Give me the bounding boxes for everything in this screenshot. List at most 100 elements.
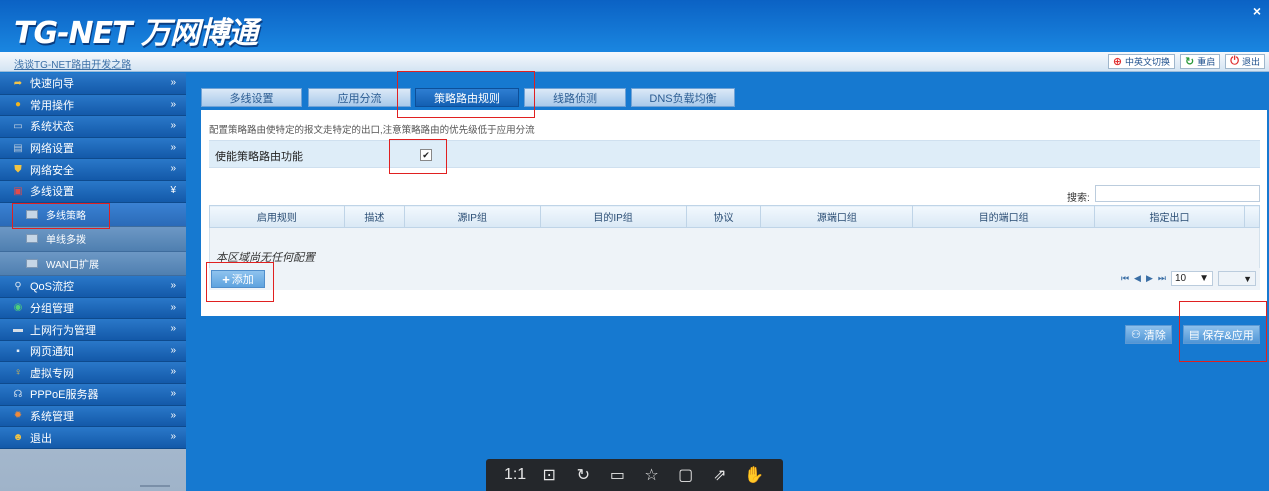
column-header[interactable]: 指定出口 (1094, 205, 1245, 228)
exit-button[interactable]: ⏻ 退出 (1225, 54, 1265, 69)
sidebar-item-label: 网络安全 (30, 164, 74, 177)
sidebar-item-label: 快速向导 (30, 78, 74, 91)
tab-bar: 多线设置 应用分流 策略路由规则 线路侦测 DNS负载均衡 (201, 83, 1267, 110)
tab-app-split[interactable]: 应用分流 (308, 88, 411, 107)
sidebar-subitem-single-multidial[interactable]: 单线多拨 (0, 227, 186, 252)
column-header[interactable]: 协议 (685, 205, 762, 228)
sidebar-item-common-ops[interactable]: ● 常用操作 » (0, 94, 186, 117)
expand-arrow-icon: » (170, 77, 176, 88)
next-page-icon[interactable]: ▶ (1146, 273, 1153, 284)
sidebar-item-notice[interactable]: ▪ 网页通知 » (0, 340, 186, 363)
column-header[interactable]: 目的IP组 (539, 205, 687, 228)
prev-page-icon[interactable]: ◀ (1134, 273, 1141, 284)
tab-policy-routing[interactable]: 策略路由规则 (415, 88, 519, 107)
sidebar-item-label: 退出 (30, 432, 52, 445)
expand-arrow-icon: » (170, 323, 176, 335)
like-icon[interactable]: ✋ (744, 465, 764, 485)
column-header[interactable]: 目的端口组 (912, 205, 1096, 228)
rotate-icon[interactable]: ↻ (573, 465, 593, 485)
folder-icon (26, 209, 38, 219)
page-size-value: 10 (1175, 273, 1187, 284)
main-panel: 多线设置 应用分流 策略路由规则 线路侦测 DNS负载均衡 配置策略路由使特定的… (201, 83, 1267, 316)
sidebar-resize-handle[interactable] (140, 485, 170, 487)
fit-screen-icon[interactable]: ⊡ (539, 465, 559, 485)
expand-arrow-icon: » (170, 344, 176, 356)
common-ops-icon: ● (14, 99, 22, 111)
sidebar-item-multiline[interactable]: ▣ 多线设置 ¥ (0, 180, 186, 203)
sidebar: ➦ 快速向导 » ● 常用操作 » ▭ 系统状态 » ▤ 网络设置 » ⛊ 网络… (0, 73, 186, 491)
close-icon[interactable]: × (1253, 3, 1261, 19)
sidebar-subitem-multiline-policy[interactable]: 多线策略 (0, 202, 186, 228)
expand-arrow-icon: » (170, 301, 176, 313)
save-icon[interactable]: ▭ (607, 465, 627, 485)
table-empty-area: 本区域尚无任何配置 (209, 228, 1260, 270)
group-icon: ◉ (13, 302, 23, 314)
clear-icon: ⚇ (1131, 329, 1141, 341)
frame-icon[interactable]: ▢ (676, 465, 696, 485)
table-footer: + 添加 ⏮ ◀ ▶ ⏭ 10 ▼ ▼ (209, 268, 1260, 290)
page-description: 配置策略路由使特定的报文走特定的出口,注意策略路由的优先级低于应用分流 (209, 125, 535, 136)
sidebar-item-wizard[interactable]: ➦ 快速向导 » (0, 73, 186, 95)
slogan-link[interactable]: 浅谈TG-NET路由开发之路 (14, 56, 131, 71)
save-apply-button[interactable]: ▤ 保存&应用 (1183, 325, 1260, 344)
expand-arrow-icon: » (170, 388, 176, 400)
pppoe-icon: ☊ (13, 388, 23, 400)
expand-arrow-icon: » (170, 163, 176, 175)
sidebar-item-pppoe[interactable]: ☊ PPPoE服务器 » (0, 384, 186, 406)
sidebar-item-behavior[interactable]: ▬ 上网行为管理 » (0, 319, 186, 341)
top-toolbar: 浅谈TG-NET路由开发之路 ⊕ 中英文切换 ↻ 重启 ⏻ 退出 (0, 52, 1269, 72)
add-button[interactable]: + 添加 (211, 270, 265, 288)
exit-label: 退出 (1241, 57, 1260, 67)
restart-button[interactable]: ↻ 重启 (1180, 54, 1221, 69)
column-header[interactable]: 描述 (343, 205, 405, 228)
page-number-select[interactable]: ▼ (1218, 271, 1256, 286)
actual-size-button[interactable]: 1:1 (504, 465, 526, 485)
sidebar-item-qos[interactable]: ⚲ QoS流控 » (0, 276, 186, 298)
share-icon[interactable]: ⇗ (710, 465, 730, 485)
save-icon: ▤ (1189, 329, 1200, 341)
enable-label: 使能策略路由功能 (215, 151, 303, 163)
sidebar-item-network-security[interactable]: ⛊ 网络安全 » (0, 159, 186, 181)
language-switch-button[interactable]: ⊕ 中英文切换 (1107, 54, 1176, 69)
folder-icon (26, 258, 38, 268)
favorite-icon[interactable]: ☆ (642, 465, 662, 485)
language-switch-label: 中英文切换 (1125, 57, 1171, 67)
enable-policy-checkbox[interactable]: ✔ (420, 149, 432, 161)
app-header: TG-NET 万网博通 × (0, 0, 1269, 52)
save-apply-label: 保存&应用 (1202, 329, 1254, 342)
sidebar-item-group[interactable]: ◉ 分组管理 » (0, 297, 186, 320)
vpn-icon: ♀ (14, 367, 22, 379)
brand-logo: TG-NET 万网博通 (14, 16, 258, 51)
page-size-select[interactable]: 10 ▼ (1171, 271, 1213, 286)
tab-multiline-settings[interactable]: 多线设置 (201, 88, 302, 107)
tab-line-detection[interactable]: 线路侦测 (524, 88, 626, 107)
multiline-icon: ▣ (13, 185, 23, 197)
sidebar-item-vpn[interactable]: ♀ 虚拟专网 » (0, 362, 186, 385)
behavior-icon: ▬ (13, 324, 23, 336)
sidebar-subitem-wan-expand[interactable]: WAN口扩展 (0, 251, 186, 277)
search-input[interactable] (1095, 185, 1260, 202)
pagination: ⏮ ◀ ▶ ⏭ 10 ▼ ▼ (1121, 271, 1256, 286)
column-header[interactable]: 源IP组 (403, 205, 541, 228)
image-viewer-toolbar: 1:1 ⊡ ↻ ▭ ☆ ▢ ⇗ ✋ (486, 459, 783, 491)
sidebar-item-logout[interactable]: ☻ 退出 » (0, 427, 186, 449)
collapse-arrow-icon: ¥ (170, 184, 176, 196)
sidebar-item-label: 系统状态 (30, 121, 74, 134)
first-page-icon[interactable]: ⏮ (1121, 273, 1129, 284)
expand-arrow-icon: » (170, 409, 176, 421)
sidebar-item-label: 网络设置 (30, 143, 74, 156)
search-label: 搜索: (1067, 193, 1090, 204)
last-page-icon[interactable]: ⏭ (1158, 273, 1166, 284)
security-icon: ⛊ (14, 164, 22, 176)
clear-button[interactable]: ⚇ 清除 (1125, 325, 1172, 344)
column-header[interactable]: 源端口组 (760, 205, 914, 228)
rules-table: 启用规则 描述 源IP组 目的IP组 协议 源端口组 目的端口组 指定出口 (209, 205, 1261, 228)
sidebar-item-system-admin[interactable]: ✹ 系统管理 » (0, 405, 186, 428)
sidebar-item-network-settings[interactable]: ▤ 网络设置 » (0, 137, 186, 160)
expand-arrow-icon: » (170, 141, 176, 153)
tab-dns-balance[interactable]: DNS负载均衡 (631, 88, 735, 107)
column-header[interactable]: 启用规则 (209, 205, 345, 228)
network-settings-icon: ▤ (13, 142, 23, 154)
sidebar-item-label: 系统管理 (30, 410, 74, 423)
sidebar-item-system-status[interactable]: ▭ 系统状态 » (0, 116, 186, 138)
